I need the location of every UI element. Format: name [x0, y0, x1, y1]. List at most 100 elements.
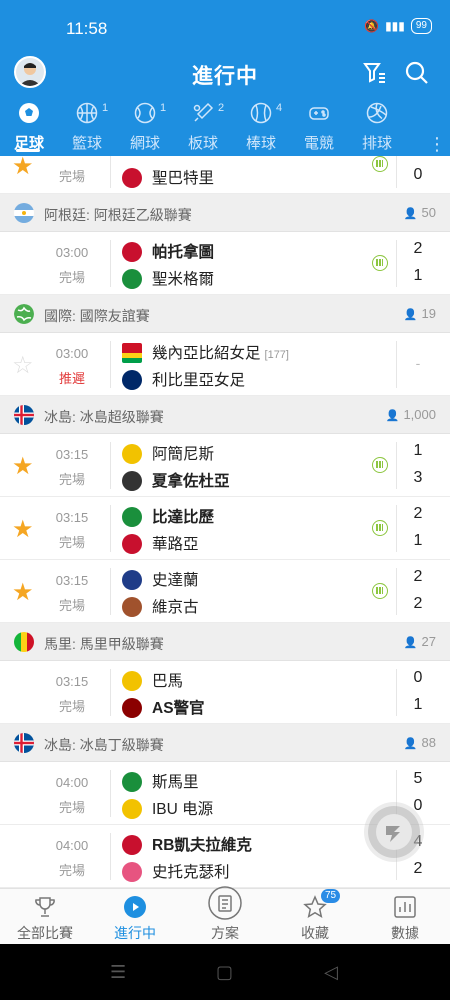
favorite-star-outline-icon[interactable]: ☆	[12, 351, 34, 380]
team-name: 幾內亞比紹女足	[152, 345, 261, 362]
score-home: 2	[413, 240, 423, 257]
tab-tennis[interactable]: 1 網球	[116, 100, 174, 156]
divider	[110, 770, 111, 817]
match-row[interactable]: 03:15 完場 巴馬 AS警官 0 1	[0, 661, 450, 724]
user-icon: 👤	[385, 410, 400, 422]
favorite-star-icon[interactable]: ★	[12, 156, 34, 181]
team-logo	[122, 506, 142, 527]
team-name: 斯馬里	[152, 774, 199, 791]
match-row[interactable]: ★ 完場 聖巴特里 0	[0, 156, 450, 194]
search-icon[interactable]	[404, 60, 430, 86]
match-row[interactable]: 03:00 完場 帕托拿圖 聖米格爾 2 1	[0, 232, 450, 295]
floating-action-button[interactable]	[368, 806, 420, 858]
score-away: 1	[413, 267, 423, 284]
tab-soccer[interactable]: 足球	[0, 100, 58, 156]
more-sports-icon[interactable]: ⋮	[428, 134, 446, 155]
match-state: 完場	[58, 169, 85, 184]
match-row[interactable]: ★ 03:15 完場 比達比歷 華路亞 2 1	[0, 497, 450, 560]
tab-baseball[interactable]: 4 棒球	[232, 100, 290, 156]
team-logo	[122, 167, 142, 188]
score-home: 2	[413, 505, 423, 522]
score-away: 3	[413, 469, 423, 486]
status-time: 11:58	[66, 19, 108, 38]
favorite-star-icon[interactable]: ★	[12, 578, 34, 607]
tab-esports[interactable]: 電競	[290, 100, 348, 156]
globe-icon	[14, 304, 34, 324]
team-logo	[122, 670, 142, 691]
tab-basketball[interactable]: 1 籃球	[58, 100, 116, 156]
favorite-star-icon[interactable]: ★	[12, 452, 34, 481]
home-icon[interactable]: ▢	[216, 962, 233, 983]
tab-volleyball[interactable]: 排球	[348, 100, 406, 156]
team-logo	[122, 342, 142, 363]
team-name: 利比里亞女足	[152, 372, 246, 389]
league-header[interactable]: 馬里: 馬里甲級聯賽 👤 27	[0, 623, 450, 661]
team-away: 史托克瑟利	[122, 860, 230, 883]
score-pending: -	[415, 355, 421, 371]
team-name: 聖米格爾	[152, 271, 215, 288]
live-stats-icon[interactable]	[372, 156, 388, 172]
team-home: 帕托拿圖	[122, 240, 214, 263]
live-stats-icon[interactable]	[372, 255, 388, 271]
live-stats-icon[interactable]	[372, 583, 388, 599]
mali-flag-icon	[14, 632, 34, 652]
live-stats-icon[interactable]	[372, 520, 388, 536]
follower-count: 👤 88	[404, 735, 436, 750]
signal-icon: ▮▮▮	[385, 19, 405, 33]
nav-label: 進行中	[114, 925, 156, 941]
tab-label: 電競	[303, 135, 334, 152]
count-value: 19	[421, 306, 436, 321]
league-header[interactable]: 冰島: 冰島丁級聯賽 👤 88	[0, 724, 450, 762]
tab-count: 1	[102, 102, 109, 114]
team-name: IBU 电源	[152, 801, 214, 818]
team-logo	[122, 241, 142, 262]
favorite-star-icon[interactable]: ★	[12, 515, 34, 544]
match-row[interactable]: ☆ 03:00 推遲 幾內亞比紹女足 [177] 利比里亞女足 -	[0, 333, 450, 396]
score-away: 2	[413, 595, 423, 612]
team-logo	[122, 771, 142, 792]
team-home: 幾內亞比紹女足 [177]	[122, 341, 289, 364]
divider	[396, 240, 397, 287]
team-home: 巴馬	[122, 669, 183, 692]
team-away: 聖米格爾	[122, 267, 214, 290]
menu-icon[interactable]: ☰	[110, 962, 126, 983]
battery-icon: 99	[410, 18, 432, 34]
count-value: 1,000	[403, 407, 436, 422]
filter-icon[interactable]	[362, 60, 388, 86]
team-name: 帕托拿圖	[152, 244, 215, 261]
nav-in-progress[interactable]: 進行中	[90, 889, 180, 944]
score-home: 2	[413, 568, 423, 585]
score-away: 0	[413, 166, 423, 183]
nav-data[interactable]: 數據	[360, 889, 450, 944]
team-name: RB凱夫拉維克	[152, 837, 252, 854]
nav-plans[interactable]: 方案	[180, 886, 270, 944]
team-home: 阿簡尼斯	[122, 442, 214, 465]
match-row[interactable]: ★ 03:15 完場 阿簡尼斯 夏拿佐杜亞 1 3	[0, 434, 450, 497]
back-icon[interactable]: ◁	[324, 962, 338, 983]
league-header[interactable]: 國際: 國際友誼賽 👤 19	[0, 295, 450, 333]
user-icon: 👤	[403, 738, 418, 750]
score-home: 5	[413, 770, 423, 787]
live-stats-icon[interactable]	[372, 457, 388, 473]
team-logo	[122, 798, 142, 819]
match-state: 完場	[58, 699, 85, 714]
divider	[396, 669, 397, 716]
league-header[interactable]: 冰島: 冰島超级聯賽 👤 1,000	[0, 396, 450, 434]
nav-label: 方案	[211, 925, 239, 941]
bottom-nav: 全部比賽 進行中 方案 75 收藏 數據	[0, 886, 450, 944]
match-row[interactable]: ★ 03:15 完場 史達蘭 維京古 2 2	[0, 560, 450, 623]
follower-count: 👤 27	[404, 634, 436, 649]
nav-all-matches[interactable]: 全部比賽	[0, 889, 90, 944]
team-logo	[122, 697, 142, 718]
sport-tabs: 足球 1 籃球 1 網球 2 板球 4 棒球 電競 排球	[0, 100, 450, 156]
team-logo	[122, 443, 142, 464]
user-icon: 👤	[403, 309, 418, 321]
count-value: 88	[421, 735, 436, 750]
app-header: 進行中	[0, 52, 450, 96]
nav-favorites[interactable]: 75 收藏	[270, 889, 360, 944]
team-name: 比達比歷	[152, 509, 215, 526]
divider	[396, 341, 397, 388]
tab-cricket[interactable]: 2 板球	[174, 100, 232, 156]
league-header[interactable]: 阿根廷: 阿根廷乙級聯賽 👤 50	[0, 194, 450, 232]
match-time: 03:00	[55, 346, 89, 361]
